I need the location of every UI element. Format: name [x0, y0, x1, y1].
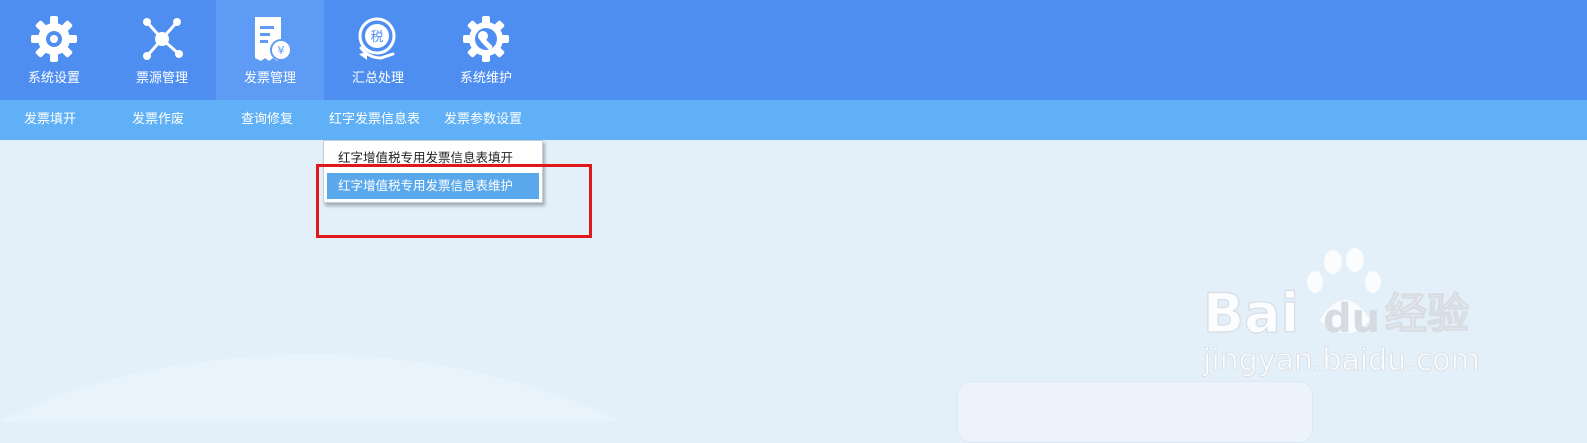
network-nodes-icon: [143, 18, 183, 60]
watermark-brand-part1: Bai: [1203, 282, 1299, 345]
nav-item-label: 票源管理: [135, 71, 188, 86]
subnav-invoice-void[interactable]: 发票作废: [132, 100, 184, 140]
wrench-gear-icon: [463, 16, 509, 62]
highlight-annotation-box: [316, 164, 592, 238]
svg-text:税: 税: [370, 30, 383, 45]
nav-item-ticket-source[interactable]: 票源管理: [108, 0, 216, 100]
svg-text:¥: ¥: [278, 44, 285, 57]
sub-nav-bar: 发票填开 发票作废 查询修复 红字发票信息表 发票参数设置: [0, 100, 1587, 140]
tax-summary-icon: 税: [358, 17, 396, 60]
nav-item-invoice-management[interactable]: ¥ 发票管理: [216, 0, 324, 100]
invoice-yuan-icon: ¥: [255, 17, 292, 61]
nav-item-summary-processing[interactable]: 税 汇总处理: [324, 0, 432, 100]
top-nav-bar: 系统设置 票源管理 ¥ 发票管理 税 汇总处理 系统维护: [0, 0, 1587, 100]
nav-item-system-settings[interactable]: 系统设置: [0, 0, 108, 100]
nav-item-label: 发票管理: [243, 71, 296, 86]
gear-icon: [31, 16, 77, 62]
background-wave: [0, 354, 620, 421]
watermark-brand-part3: 经验: [1385, 289, 1469, 338]
subnav-red-invoice-info[interactable]: 红字发票信息表: [329, 100, 420, 140]
subnav-invoice-params[interactable]: 发票参数设置: [444, 100, 522, 140]
nav-item-system-maintenance[interactable]: 系统维护: [432, 0, 540, 100]
subnav-query-repair[interactable]: 查询修复: [241, 100, 293, 140]
background-card: [957, 381, 1313, 443]
nav-item-label: 汇总处理: [351, 71, 404, 86]
nav-item-label: 系统设置: [27, 71, 80, 86]
watermark-url: jingyan.baidu.com: [1202, 343, 1480, 378]
nav-item-label: 系统维护: [459, 71, 512, 86]
baidu-jingyan-watermark: Bai du 经验 jingyan.baidu.com: [1202, 248, 1480, 378]
subnav-invoice-issue[interactable]: 发票填开: [24, 100, 76, 140]
watermark-brand-part2: du: [1323, 296, 1380, 342]
